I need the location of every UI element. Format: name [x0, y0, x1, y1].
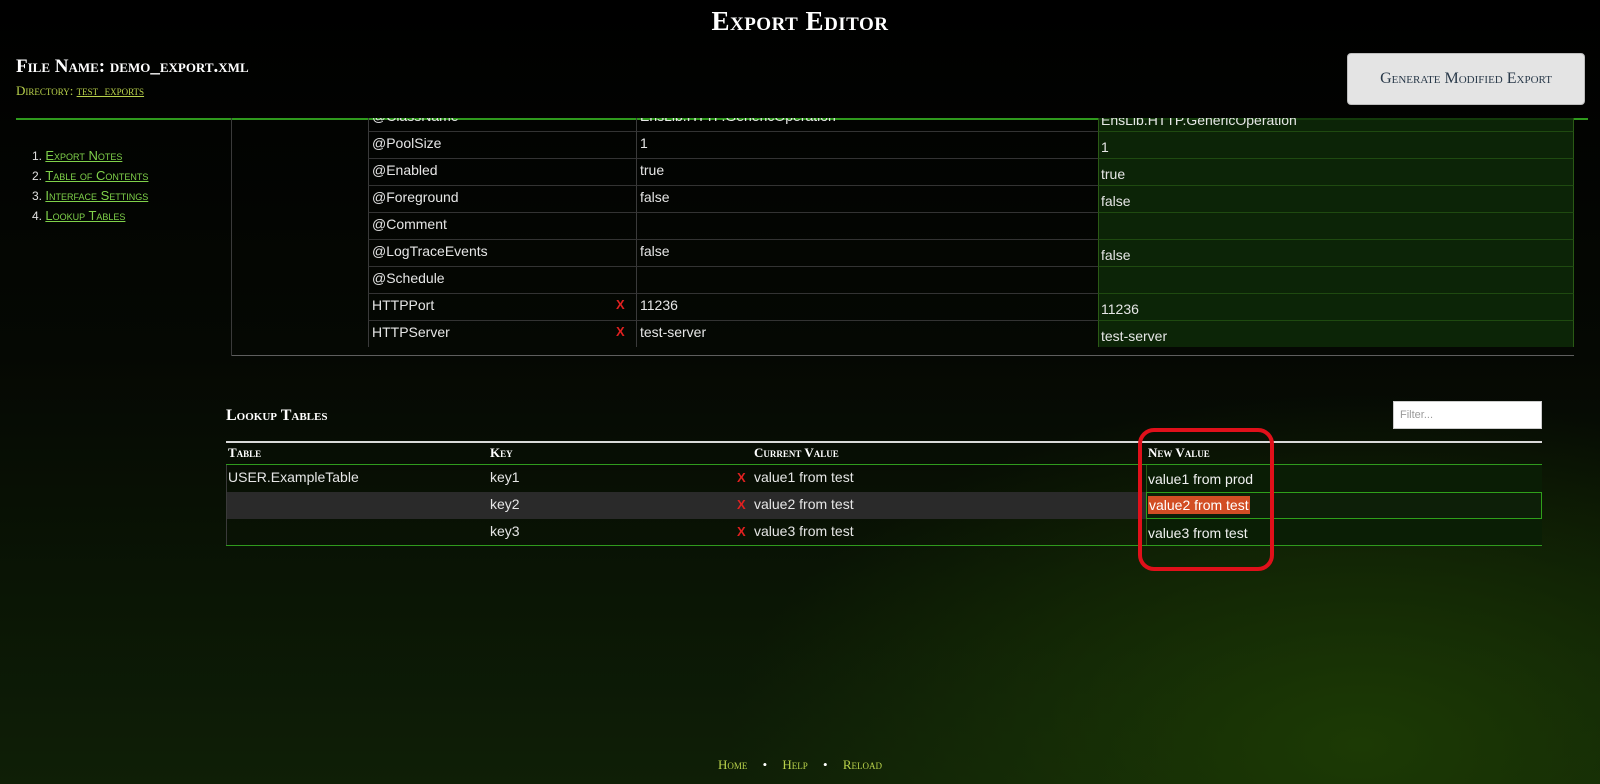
lookup-key: key3	[490, 523, 520, 539]
toc-link-table-of-contents[interactable]: Table of Contents	[45, 168, 148, 183]
toc-number: 4.	[32, 209, 43, 223]
filter-input[interactable]	[1393, 401, 1542, 429]
settings-row: @Comment	[232, 212, 1574, 239]
setting-current-value: test-server	[636, 320, 1098, 347]
settings-row: @Enabled true true	[232, 158, 1574, 185]
delete-lookup-icon[interactable]: X	[737, 522, 746, 542]
setting-current-value: EnsLib.HTTP.GenericOperation	[636, 118, 1098, 131]
toc-link-lookup-tables[interactable]: Lookup Tables	[45, 208, 125, 223]
setting-name: @Schedule	[368, 266, 636, 293]
setting-new-value-input[interactable]: test-server	[1098, 320, 1574, 347]
setting-new-value-input[interactable]: 11236	[1098, 293, 1574, 320]
footer-link-home[interactable]: Home	[718, 757, 747, 772]
directory: Directory: test_exports	[16, 83, 249, 99]
lookup-tables-heading: Lookup Tables	[226, 407, 328, 424]
delete-setting-icon[interactable]: X	[616, 293, 625, 317]
lookup-row: key3 X value3 from test value3 from test	[226, 519, 1542, 546]
toc-item-export-notes: 1. Export Notes	[32, 146, 148, 166]
setting-name: HTTPPort	[368, 293, 636, 320]
toc-link-export-notes[interactable]: Export Notes	[45, 148, 122, 163]
setting-current-value: 11236	[636, 293, 1098, 320]
setting-new-value-input[interactable]	[1098, 266, 1574, 293]
lookup-row: USER.ExampleTable key1 X value1 from tes…	[226, 465, 1542, 492]
file-info: File Name: demo_export.xml Directory: te…	[16, 56, 249, 99]
table-of-contents: 1. Export Notes 2. Table of Contents 3. …	[32, 146, 148, 226]
setting-new-value-input[interactable]	[1098, 212, 1574, 239]
settings-row: @PoolSize 1 1	[232, 131, 1574, 158]
toc-item-interface-settings: 3. Interface Settings	[32, 186, 148, 206]
lookup-left-border	[226, 465, 227, 546]
generate-modified-export-button[interactable]: Generate Modified Export	[1347, 53, 1585, 105]
lookup-table-top-border	[226, 441, 1542, 443]
directory-label: Directory:	[16, 83, 74, 98]
setting-new-value-input[interactable]: false	[1098, 185, 1574, 212]
setting-current-value	[636, 266, 1098, 293]
lookup-current-value: value2 from test	[754, 496, 854, 512]
setting-current-value: true	[636, 158, 1098, 185]
setting-name: @LogTraceEvents	[368, 239, 636, 266]
lookup-bottom-border	[226, 545, 1542, 546]
toc-number: 3.	[32, 189, 43, 203]
lookup-row: key2 X value2 from test value2 from test	[226, 492, 1542, 519]
toc-item-lookup-tables: 4. Lookup Tables	[32, 206, 148, 226]
setting-name: @Foreground	[368, 185, 636, 212]
settings-row: HTTPServer X test-server test-server	[232, 320, 1574, 347]
new-value-highlight-annotation	[1138, 428, 1274, 571]
setting-current-value: 1	[636, 131, 1098, 158]
footer-separator: •	[823, 757, 828, 772]
setting-name: @Enabled	[368, 158, 636, 185]
delete-setting-icon[interactable]: X	[616, 320, 625, 344]
toc-link-interface-settings[interactable]: Interface Settings	[45, 188, 148, 203]
interface-settings-table: @ClassName EnsLib.HTTP.GenericOperation …	[231, 118, 1574, 356]
page-title: Export Editor	[711, 6, 889, 36]
settings-row: HTTPPort X 11236 11236	[232, 293, 1574, 320]
settings-bottom-border	[232, 355, 1574, 356]
file-name: File Name: demo_export.xml	[16, 56, 249, 77]
lookup-table-name: USER.ExampleTable	[228, 469, 359, 485]
setting-name: HTTPServer	[368, 320, 636, 347]
toc-number: 2.	[32, 169, 43, 183]
lookup-current-value: value1 from test	[754, 469, 854, 485]
footer-nav: Home • Help • Reload	[0, 757, 1600, 773]
footer-link-reload[interactable]: Reload	[843, 757, 882, 772]
lookup-current-value: value3 from test	[754, 523, 854, 539]
column-header-current-value: Current Value	[754, 445, 839, 460]
setting-name: @ClassName	[368, 118, 636, 131]
setting-current-value: false	[636, 239, 1098, 266]
settings-row: @Foreground false false	[232, 185, 1574, 212]
toc-number: 1.	[32, 149, 43, 163]
settings-row: @Schedule	[232, 266, 1574, 293]
settings-row: @ClassName EnsLib.HTTP.GenericOperation …	[232, 118, 1574, 131]
setting-current-value: false	[636, 185, 1098, 212]
setting-current-value	[636, 212, 1098, 239]
directory-link[interactable]: test_exports	[77, 83, 144, 98]
toc-item-table-of-contents: 2. Table of Contents	[32, 166, 148, 186]
delete-lookup-icon[interactable]: X	[737, 468, 746, 488]
footer-link-help[interactable]: Help	[782, 757, 807, 772]
setting-new-value-input[interactable]: true	[1098, 158, 1574, 185]
column-header-table: Table	[228, 445, 262, 460]
setting-new-value-input[interactable]: 1	[1098, 131, 1574, 158]
setting-new-value-input[interactable]: false	[1098, 239, 1574, 266]
footer-separator: •	[762, 757, 768, 772]
setting-new-value-input[interactable]: EnsLib.HTTP.GenericOperation	[1098, 118, 1574, 131]
setting-name: @PoolSize	[368, 131, 636, 158]
setting-name: @Comment	[368, 212, 636, 239]
lookup-key: key2	[490, 496, 520, 512]
lookup-key: key1	[490, 469, 520, 485]
settings-row: @LogTraceEvents false false	[232, 239, 1574, 266]
delete-lookup-icon[interactable]: X	[737, 495, 746, 515]
column-header-key: Key	[490, 445, 513, 460]
